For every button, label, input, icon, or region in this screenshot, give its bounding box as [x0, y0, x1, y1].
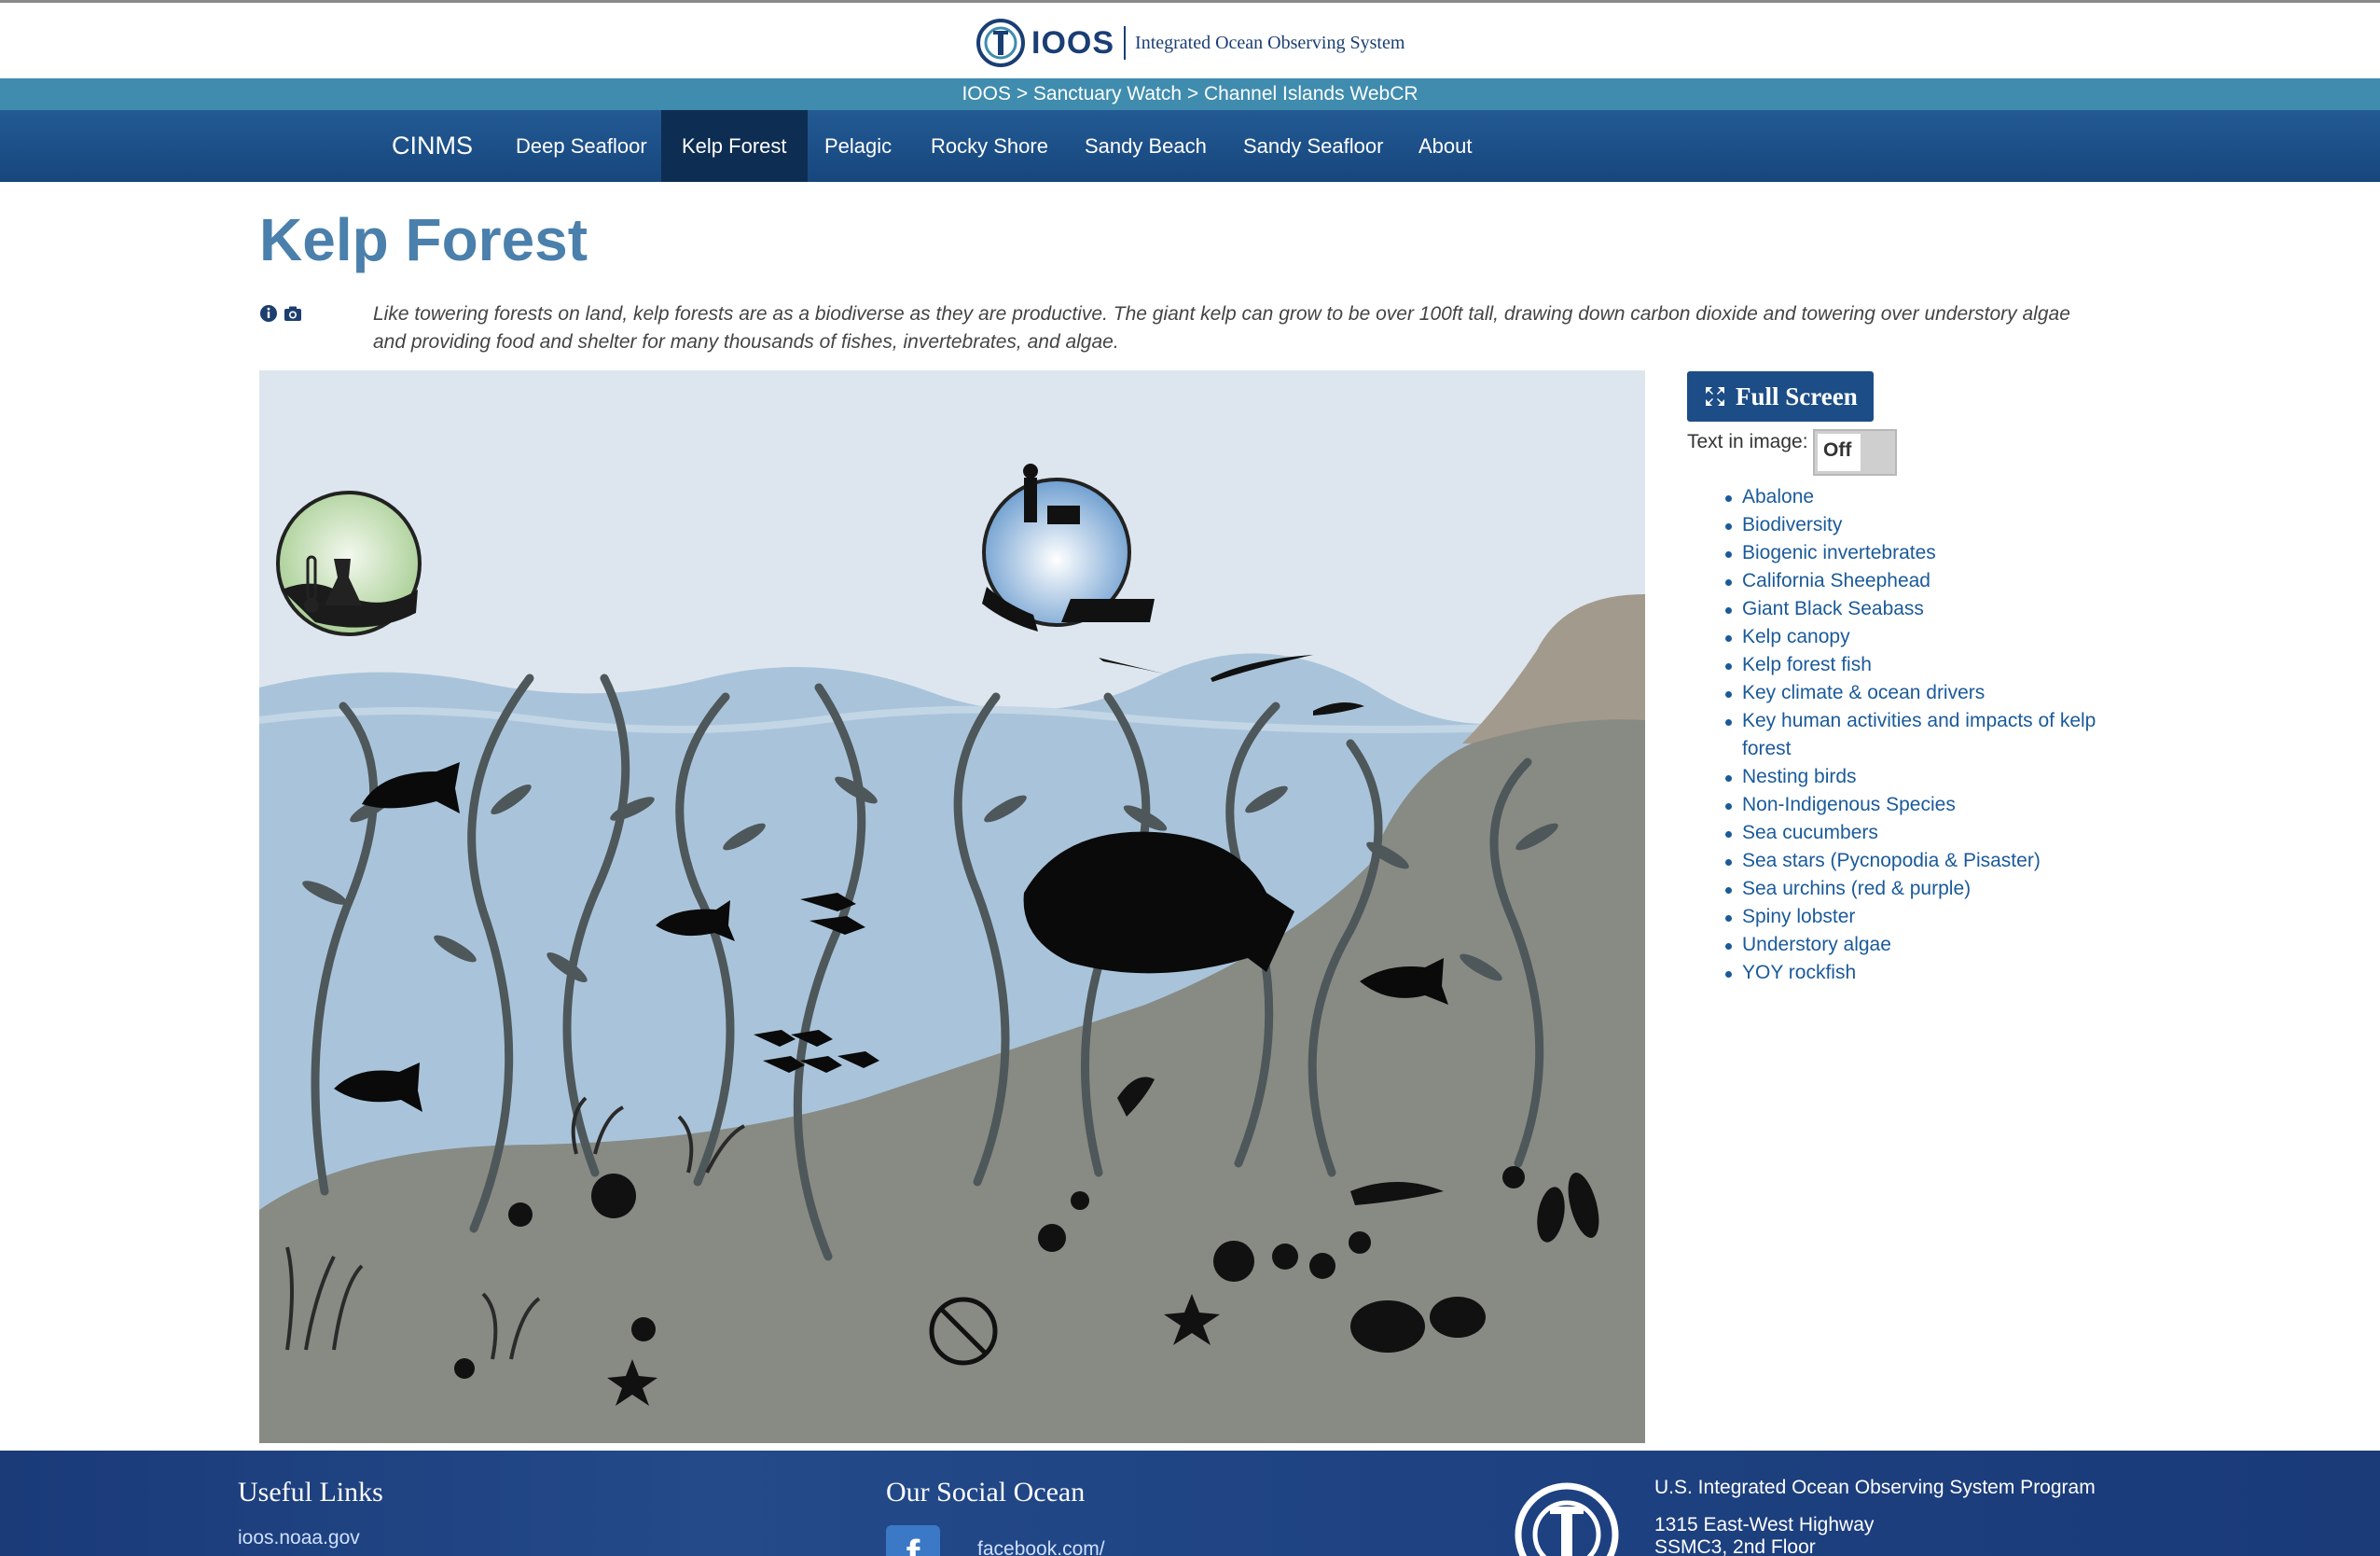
nav-item-sandy-beach[interactable]: Sandy Beach	[1064, 110, 1227, 182]
footer-social-title: Our Social Ocean	[886, 1477, 1086, 1507]
topic-link-key-climate-ocean-drivers[interactable]: Key climate & ocean drivers	[1723, 679, 2124, 707]
nav-item-pelagic[interactable]: Pelagic	[804, 110, 912, 182]
full-screen-button[interactable]: Full Screen	[1687, 371, 1874, 422]
kelp-forest-illustration[interactable]	[259, 370, 1645, 1443]
topic-list: Abalone Biodiversity Biogenic invertebra…	[1723, 483, 2124, 987]
full-screen-label: Full Screen	[1736, 382, 1858, 410]
nav-item-rocky-shore[interactable]: Rocky Shore	[910, 110, 1069, 182]
topic-link-understory-algae[interactable]: Understory algae	[1723, 931, 2124, 959]
toggle-state: Off	[1818, 434, 1861, 471]
topic-link-yoy-rockfish[interactable]: YOY rockfish	[1723, 959, 2124, 987]
page: IOOS Integrated Ocean Observing System I…	[0, 0, 2380, 1556]
ioos-logo[interactable]: IOOS Integrated Ocean Observing System	[976, 17, 1404, 69]
facebook-icon[interactable]: f	[886, 1525, 940, 1556]
topic-link-sea-urchins[interactable]: Sea urchins (red & purple)	[1723, 875, 2124, 903]
text-in-image-toggle[interactable]: Off	[1813, 429, 1897, 476]
topic-link-abalone[interactable]: Abalone	[1723, 483, 2124, 511]
page-title: Kelp Forest	[259, 206, 588, 273]
topic-link-giant-black-seabass[interactable]: Giant Black Seabass	[1723, 595, 2124, 623]
nav-brand-cinms[interactable]: CINMS	[371, 110, 493, 182]
expand-icon	[1706, 387, 1724, 406]
ioos-footer-logo-icon	[1515, 1482, 1619, 1556]
image-tools	[259, 304, 302, 323]
footer-org-name: U.S. Integrated Ocean Observing System P…	[1654, 1477, 2096, 1498]
topic-link-sea-stars[interactable]: Sea stars (Pycnopodia & Pisaster)	[1723, 847, 2124, 875]
topic-link-biogenic-invertebrates[interactable]: Biogenic invertebrates	[1723, 539, 2124, 567]
topic-link-nesting-birds[interactable]: Nesting birds	[1723, 763, 2124, 791]
logo-text: IOOS	[1031, 24, 1115, 61]
site-footer: Useful Links ioos.noaa.gov Our Social Oc…	[0, 1451, 2380, 1556]
ioos-logo-icon	[976, 19, 1025, 67]
topic-link-kelp-forest-fish[interactable]: Kelp forest fish	[1723, 651, 2124, 679]
footer-address-line-1: 1315 East-West Highway	[1654, 1514, 1875, 1535]
info-icon[interactable]	[259, 304, 278, 323]
nav-item-deep-seafloor[interactable]: Deep Seafloor	[495, 110, 668, 182]
nav-item-about[interactable]: About	[1398, 110, 1493, 182]
nav-item-kelp-forest[interactable]: Kelp Forest	[661, 110, 808, 182]
topic-link-california-sheephead[interactable]: California Sheephead	[1723, 567, 2124, 595]
page-description: Like towering forests on land, kelp fore…	[373, 303, 2070, 353]
logo-subtitle: Integrated Ocean Observing System	[1135, 32, 1405, 53]
text-in-image-label: Text in image:	[1687, 431, 1808, 452]
breadcrumb[interactable]: IOOS > Sanctuary Watch > Channel Islands…	[0, 78, 2380, 110]
topic-link-sea-cucumbers[interactable]: Sea cucumbers	[1723, 819, 2124, 847]
footer-link-ioos[interactable]: ioos.noaa.gov	[238, 1527, 360, 1549]
footer-address-line-2: SSMC3, 2nd Floor	[1654, 1536, 1816, 1556]
topic-link-biodiversity[interactable]: Biodiversity	[1723, 511, 2124, 539]
kelp-forest-scene	[259, 370, 1645, 1443]
topic-link-key-human-activities[interactable]: Key human activities and impacts of kelp…	[1723, 707, 2124, 763]
key-climate-drivers-hotspot	[276, 491, 422, 636]
topic-link-non-indigenous-species[interactable]: Non-Indigenous Species	[1723, 791, 2124, 819]
site-header: IOOS Integrated Ocean Observing System	[0, 0, 2380, 78]
topic-link-spiny-lobster[interactable]: Spiny lobster	[1723, 903, 2124, 931]
footer-link-facebook[interactable]: facebook.com/	[977, 1538, 1105, 1556]
main-nav: CINMS Deep Seafloor Kelp Forest Pelagic …	[0, 110, 2380, 182]
footer-useful-links-title: Useful Links	[238, 1477, 383, 1507]
nav-item-sandy-seafloor[interactable]: Sandy Seafloor	[1223, 110, 1404, 182]
logo-divider	[1124, 26, 1127, 60]
topic-link-kelp-canopy[interactable]: Kelp canopy	[1723, 623, 2124, 651]
camera-icon[interactable]	[284, 304, 302, 323]
